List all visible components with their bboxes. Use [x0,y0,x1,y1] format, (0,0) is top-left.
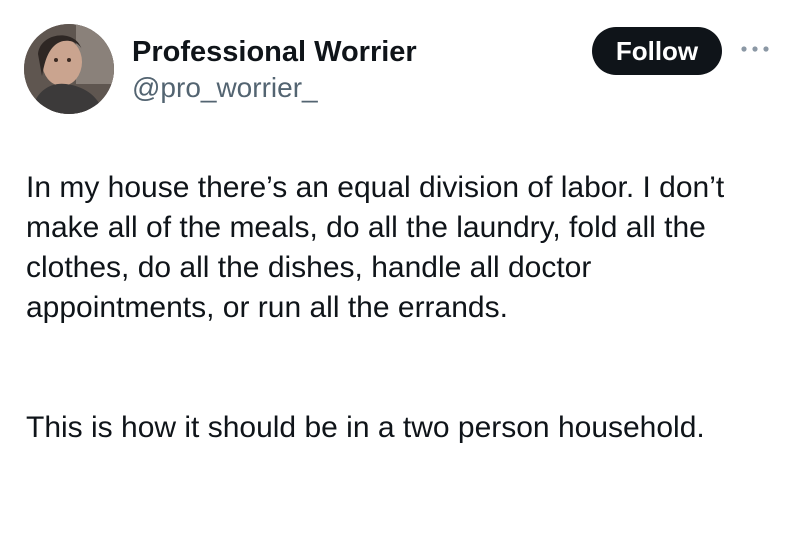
tweet-header: Professional Worrier @pro_worrier_ Follo… [24,24,784,120]
author-display-name[interactable]: Professional Worrier [132,34,417,70]
author-identity[interactable]: Professional Worrier @pro_worrier_ [132,34,417,106]
avatar[interactable] [24,24,114,114]
tweet-text: In my house there’s an equal division of… [26,168,766,448]
tweet-paragraph-2: This is how it should be in a two person… [26,411,705,444]
more-horizontal-icon[interactable] [738,42,772,56]
tweet-paragraph-1: In my house there’s an equal division of… [26,171,725,324]
profile-photo-icon [24,24,114,114]
tweet-card: Professional Worrier @pro_worrier_ Follo… [0,0,800,538]
author-handle[interactable]: @pro_worrier_ [132,70,417,106]
follow-button[interactable]: Follow [592,27,722,75]
